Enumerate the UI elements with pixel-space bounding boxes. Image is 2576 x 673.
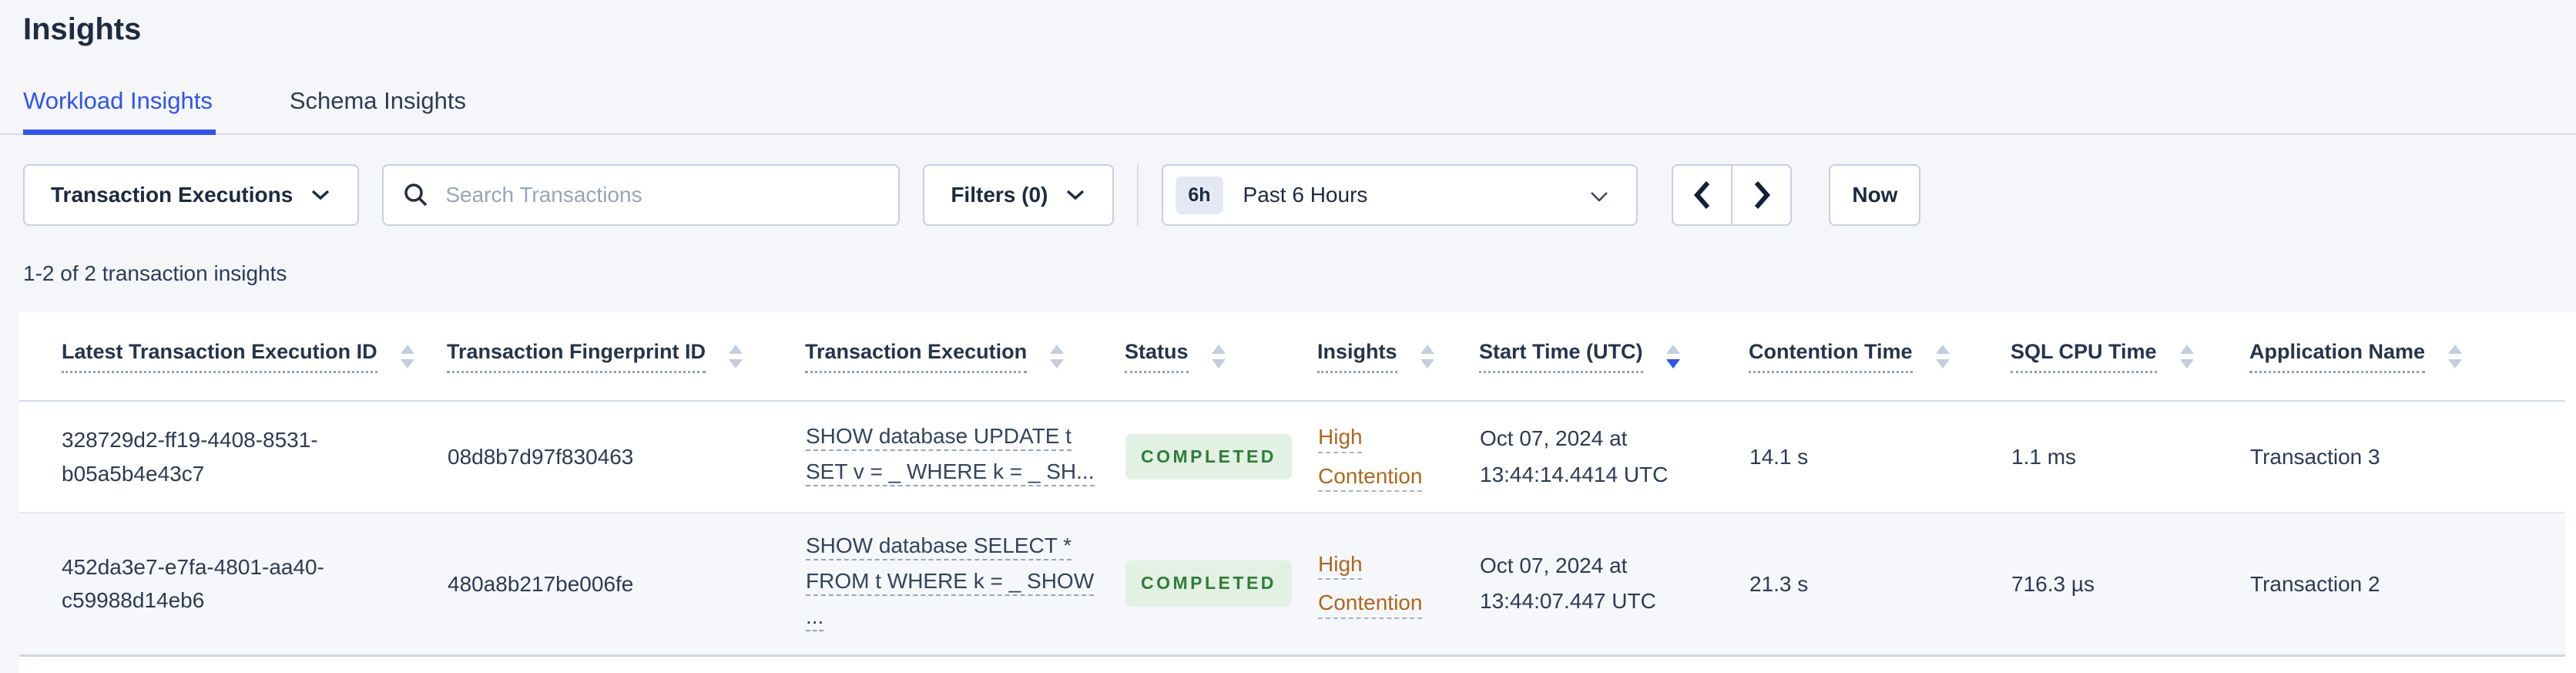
page-root: Insights Workload Insights Schema Insigh… — [0, 12, 2576, 673]
tab-workload-insights[interactable]: Workload Insights — [23, 87, 216, 135]
column-header-transaction-execution[interactable]: Transaction Execution — [805, 312, 1125, 402]
table-header-row: Latest Transaction Execution ID Transact… — [19, 312, 2565, 402]
sort-icon-active-desc — [1665, 344, 1680, 368]
statement-link[interactable]: SHOW database UPDATE t — [806, 422, 1072, 451]
time-nav-group — [1672, 164, 1793, 226]
search-box — [382, 164, 901, 226]
sort-icon — [1420, 344, 1434, 368]
table-row: 452da3e7-e7fa-4801-aa40-c59988d14eb6 480… — [19, 513, 2565, 657]
time-range-picker[interactable]: 6h Past 6 Hours — [1162, 164, 1639, 226]
sort-icon — [2179, 344, 2194, 368]
insight-high-contention-link[interactable]: High Contention — [1318, 552, 1422, 614]
filters-dropdown[interactable]: Filters (0) — [923, 164, 1115, 226]
cell-application-name: Transaction 3 — [2249, 401, 2565, 513]
cell-fingerprint-id: 480a8b217be006fe — [447, 513, 805, 657]
time-range-badge: 6h — [1176, 176, 1223, 214]
sort-icon — [2448, 344, 2463, 368]
results-count: 1-2 of 2 transaction insights — [23, 261, 287, 285]
cell-status: COMPLETED — [1125, 401, 1317, 513]
cell-transaction-execution: SHOW database UPDATE t SET v = _ WHERE k… — [805, 401, 1125, 513]
time-range-label: Past 6 Hours — [1243, 183, 1368, 207]
tab-bar: Workload Insights Schema Insights — [0, 87, 2576, 135]
statement-link[interactable]: ... — [806, 603, 824, 631]
cell-start-time: Oct 07, 2024 at 13:44:14.4414 UTC — [1479, 401, 1749, 513]
cell-transaction-execution: SHOW database SELECT * FROM t WHERE k = … — [805, 513, 1125, 657]
search-input[interactable] — [444, 182, 880, 208]
statement-link[interactable]: FROM t WHERE k = _ SHOW — [806, 567, 1095, 596]
cell-start-time: Oct 07, 2024 at 13:44:07.447 UTC — [1479, 513, 1749, 657]
chevron-right-icon — [1754, 181, 1770, 209]
cell-contention-time: 14.1 s — [1749, 401, 2011, 513]
column-header-execution-id[interactable]: Latest Transaction Execution ID — [19, 312, 447, 402]
sort-icon — [729, 344, 743, 368]
cell-status: COMPLETED — [1125, 513, 1317, 657]
table-card: Latest Transaction Execution ID Transact… — [19, 312, 2576, 673]
chevron-left-icon — [1693, 181, 1710, 209]
controls-divider — [1137, 164, 1139, 226]
time-next-button[interactable] — [1732, 164, 1793, 226]
column-header-status[interactable]: Status — [1125, 312, 1317, 402]
chevron-down-icon — [312, 190, 330, 200]
statement-link[interactable]: SHOW database SELECT * — [806, 532, 1072, 560]
page-title: Insights — [23, 12, 142, 46]
statement-link[interactable]: SET v = _ WHERE k = _ SH... — [806, 458, 1095, 486]
chevron-down-icon — [1591, 192, 1608, 202]
cell-insights: High Contention — [1317, 401, 1479, 513]
column-header-insights[interactable]: Insights — [1317, 312, 1479, 402]
column-header-start-time[interactable]: Start Time (UTC) — [1479, 312, 1749, 402]
column-header-fingerprint-id[interactable]: Transaction Fingerprint ID — [447, 312, 805, 402]
transaction-type-dropdown[interactable]: Transaction Executions — [23, 164, 360, 226]
cell-execution-id: 328729d2-ff19-4408-8531-b05a5b4e43c7 — [19, 401, 447, 513]
cell-sql-cpu-time: 716.3 µs — [2011, 513, 2249, 657]
sort-icon — [1935, 344, 1950, 368]
tab-schema-insights[interactable]: Schema Insights — [290, 87, 469, 133]
status-badge: COMPLETED — [1125, 560, 1292, 607]
sort-icon — [400, 344, 414, 368]
cell-execution-id: 452da3e7-e7fa-4801-aa40-c59988d14eb6 — [19, 513, 447, 657]
chevron-down-icon — [1067, 190, 1085, 200]
transactions-table: Latest Transaction Execution ID Transact… — [19, 312, 2565, 657]
cell-application-name: Transaction 2 — [2249, 513, 2565, 657]
column-header-application-name[interactable]: Application Name — [2249, 312, 2565, 402]
cell-sql-cpu-time: 1.1 ms — [2011, 401, 2249, 513]
cell-contention-time: 21.3 s — [1749, 513, 2011, 657]
column-header-contention-time[interactable]: Contention Time — [1749, 312, 2011, 402]
time-prev-button[interactable] — [1672, 164, 1732, 226]
cell-fingerprint-id: 08d8b7d97f830463 — [447, 401, 805, 513]
table-row: 328729d2-ff19-4408-8531-b05a5b4e43c7 08d… — [19, 401, 2565, 513]
controls-row: Transaction Executions Filters (0) 6h Pa… — [23, 164, 2576, 226]
sort-icon — [1211, 344, 1226, 368]
search-icon — [404, 183, 428, 207]
filters-label: Filters (0) — [951, 183, 1048, 207]
insight-high-contention-link[interactable]: High Contention — [1318, 425, 1422, 487]
transaction-type-dropdown-label: Transaction Executions — [51, 183, 293, 207]
sort-icon — [1050, 344, 1065, 368]
status-badge: COMPLETED — [1125, 433, 1292, 480]
now-button[interactable]: Now — [1829, 164, 1921, 226]
cell-insights: High Contention — [1317, 513, 1479, 657]
column-header-sql-cpu-time[interactable]: SQL CPU Time — [2011, 312, 2249, 402]
